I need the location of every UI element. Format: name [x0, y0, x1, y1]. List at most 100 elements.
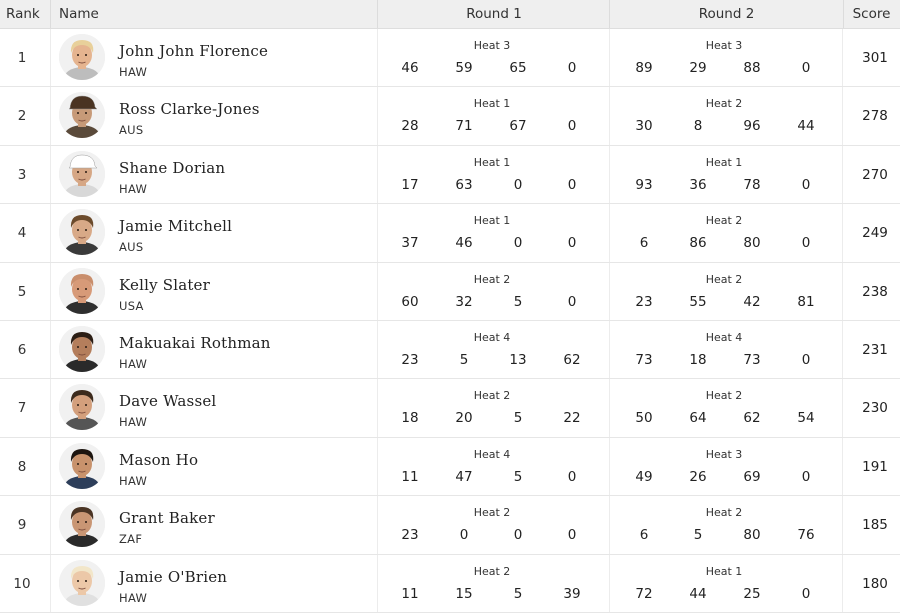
surfer-name[interactable]: Mason Ho: [119, 451, 198, 469]
round-2-wave-score: 29: [689, 60, 707, 76]
header-rank[interactable]: Rank: [6, 0, 40, 28]
round-1-wave-score: 67: [509, 118, 527, 135]
table-row[interactable]: 10 Jamie O'Brien HAW Heat 2 11 15 5 39 Heat 1 72…: [0, 554, 900, 613]
table-row[interactable]: 6 Makuakai Rothman HAW Heat 4 23 5 13 62 Heat 4…: [0, 320, 900, 380]
round-2-wave-score: 8: [693, 118, 703, 135]
column-divider: [842, 379, 843, 437]
total-score: 185: [862, 517, 888, 534]
rank-value: 4: [17, 225, 27, 242]
rank-value: 2: [17, 108, 27, 125]
round-1-heat-label: Heat 2: [473, 506, 511, 520]
round-2-wave-score: 0: [801, 60, 811, 76]
round-2-heat-label: Heat 2: [705, 97, 743, 111]
total-score: 270: [862, 166, 888, 183]
header-divider: [50, 0, 51, 28]
round-1-wave-score: 39: [563, 585, 581, 602]
header-round-2[interactable]: Round 2: [609, 0, 844, 28]
table-row[interactable]: 2 Ross Clarke-Jones AUS Heat 1 28 71 67 0 Heat …: [0, 87, 900, 146]
round-1-heat-label: Heat 2: [473, 564, 511, 578]
round-2-wave-score: 73: [743, 351, 761, 368]
round-1-wave-score: 47: [455, 468, 473, 485]
table-row[interactable]: 5 Kelly Slater USA Heat 2 60 32 5 0 Heat 2 23 55 4…: [0, 262, 900, 321]
country-code: USA: [119, 298, 144, 313]
round-1-wave-score: 71: [455, 118, 473, 135]
round-1-wave-score: 0: [513, 235, 523, 252]
round-2-wave-score: 42: [743, 293, 761, 310]
round-1-wave-score: 20: [455, 410, 473, 427]
column-divider: [50, 204, 51, 262]
column-divider: [377, 204, 378, 262]
surfer-name[interactable]: Dave Wassel: [119, 392, 216, 410]
surfer-name[interactable]: Kelly Slater: [119, 276, 210, 294]
avatar[interactable]: [59, 267, 105, 314]
round-1-wave-score: 59: [455, 60, 473, 76]
round-2-wave-score: 89: [635, 60, 653, 76]
surfer-name[interactable]: Jamie Mitchell: [119, 217, 232, 235]
column-divider: [842, 320, 843, 379]
column-divider: [377, 320, 378, 379]
avatar[interactable]: [59, 442, 105, 489]
avatar[interactable]: [59, 501, 105, 548]
avatar[interactable]: [59, 92, 105, 139]
round-2-wave-score: 0: [801, 176, 811, 193]
leaderboard-table: Rank Name Round 1 Round 2 Score 1 John J…: [0, 0, 900, 613]
round-1-wave-score: 0: [513, 176, 523, 193]
column-divider: [609, 379, 610, 437]
table-row[interactable]: 4 Jamie Mitchell AUS Heat 1 37 46 0 0 Heat 2 6 86…: [0, 204, 900, 263]
table-row[interactable]: 1 John John Florence HAW Heat 3 46 59 65 0 Heat…: [0, 29, 900, 88]
surfer-name[interactable]: Makuakai Rothman: [119, 334, 271, 352]
column-divider: [609, 496, 610, 554]
column-divider: [842, 262, 843, 320]
column-divider: [842, 554, 843, 612]
round-2-wave-score: 6: [639, 527, 649, 544]
round-2-wave-score: 5: [693, 527, 703, 544]
round-2-wave-score: 76: [797, 527, 815, 544]
rank-value: 8: [17, 458, 27, 475]
header-score[interactable]: Score: [843, 0, 900, 28]
table-row[interactable]: 8 Mason Ho HAW Heat 4 11 47 5 0 Heat 3 49 26 69 0 19…: [0, 437, 900, 497]
avatar[interactable]: [59, 209, 105, 256]
round-1-heat-label: Heat 4: [473, 447, 511, 461]
column-divider: [377, 554, 378, 612]
round-2-wave-score: 80: [743, 235, 761, 252]
round-1-heat-label: Heat 4: [473, 330, 511, 344]
avatar[interactable]: [59, 150, 105, 197]
surfer-name[interactable]: Shane Dorian: [119, 159, 225, 177]
round-2-wave-score: 69: [743, 468, 761, 485]
header-name[interactable]: Name: [59, 0, 99, 28]
round-2-heat-label: Heat 2: [705, 214, 743, 228]
country-code: HAW: [119, 65, 148, 79]
round-1-wave-score: 22: [563, 410, 581, 427]
column-divider: [377, 87, 378, 145]
column-divider: [377, 29, 378, 87]
round-1-wave-score: 17: [401, 176, 419, 193]
round-1-wave-score: 11: [401, 585, 419, 602]
header-round-1[interactable]: Round 1: [377, 0, 610, 28]
round-2-wave-score: 25: [743, 585, 761, 602]
round-1-wave-score: 0: [459, 527, 469, 544]
surfer-name[interactable]: Jamie O'Brien: [119, 568, 227, 586]
round-2-heat-label: Heat 3: [705, 447, 743, 461]
round-2-wave-score: 0: [801, 351, 811, 368]
column-divider: [842, 437, 843, 496]
column-divider: [377, 262, 378, 320]
surfer-name[interactable]: Grant Baker: [119, 509, 215, 527]
avatar[interactable]: [59, 325, 105, 372]
surfer-name[interactable]: John John Florence: [119, 42, 268, 60]
round-2-wave-score: 23: [635, 293, 653, 310]
avatar[interactable]: [59, 34, 105, 80]
table-row[interactable]: 9 Grant Baker ZAF Heat 2 23 0 0 0 Heat 2 6 5 80 76 1…: [0, 496, 900, 555]
round-2-heat-label: Heat 2: [705, 389, 743, 403]
round-2-wave-score: 54: [797, 410, 815, 427]
avatar[interactable]: [59, 384, 105, 431]
round-2-heat-label: Heat 2: [705, 272, 743, 286]
avatar[interactable]: [59, 559, 105, 606]
round-1-wave-score: 0: [513, 527, 523, 544]
table-row[interactable]: 3 Shane Dorian HAW Heat 1 17 63 0 0 Heat 1 93 36 7…: [0, 145, 900, 205]
surfer-name[interactable]: Ross Clarke-Jones: [119, 100, 260, 118]
column-divider: [377, 145, 378, 204]
table-row[interactable]: 7 Dave Wassel HAW Heat 2 18 20 5 22 Heat 2 50 64 6…: [0, 379, 900, 438]
round-1-wave-score: 0: [567, 468, 577, 485]
country-code: HAW: [119, 356, 148, 371]
round-2-wave-score: 44: [797, 118, 815, 135]
